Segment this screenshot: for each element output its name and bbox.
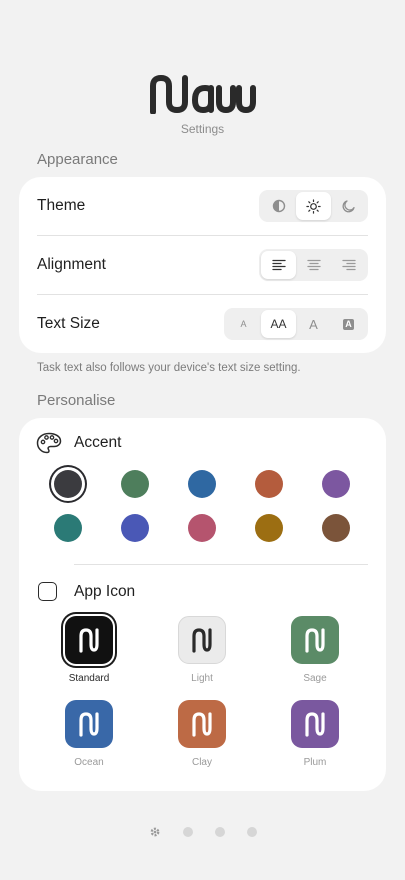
text-size-large-option[interactable]: A xyxy=(296,310,331,338)
accent-swatch[interactable] xyxy=(322,514,350,542)
align-right-option[interactable] xyxy=(331,251,366,279)
accent-swatch[interactable] xyxy=(54,470,82,498)
accent-swatch[interactable] xyxy=(54,514,82,542)
align-left-icon xyxy=(271,259,286,271)
app-icon-name: Plum xyxy=(303,757,327,768)
text-size-xl-label: A xyxy=(343,318,354,330)
accent-swatch[interactable] xyxy=(255,514,283,542)
app-logo xyxy=(0,74,405,114)
page-dot[interactable] xyxy=(214,827,225,837)
app-icon-option[interactable]: Light xyxy=(162,616,242,684)
app-icon-name: Ocean xyxy=(74,757,104,768)
app-icon-name: Standard xyxy=(68,673,110,684)
text-size-note: Task text also follows your device's tex… xyxy=(37,362,301,374)
page-indicator xyxy=(0,826,405,838)
align-right-icon xyxy=(341,259,356,271)
accent-swatch[interactable] xyxy=(121,470,149,498)
alignment-row: Alignment xyxy=(37,236,368,294)
theme-light-option[interactable] xyxy=(296,192,331,220)
personalise-section-title: Personalise xyxy=(37,392,116,409)
app-icon-header: App Icon xyxy=(38,582,135,601)
page-dot[interactable] xyxy=(246,827,257,837)
app-icon-square-icon xyxy=(38,582,57,601)
personalise-card: Accent App Icon Standard Light Sage Ocean Cl… xyxy=(19,418,386,791)
app-icon-option[interactable]: Plum xyxy=(275,700,355,768)
app-icon-option[interactable]: Standard xyxy=(49,616,129,684)
page-subtitle: Settings xyxy=(180,122,225,136)
app-icon-name: Sage xyxy=(303,673,327,684)
accent-header: Accent xyxy=(36,432,121,454)
text-size-xl-option[interactable]: A xyxy=(331,310,366,338)
app-icon-preview xyxy=(65,700,113,748)
align-center-option[interactable] xyxy=(296,251,331,279)
contrast-icon xyxy=(272,199,285,213)
text-size-selector: A AA A A xyxy=(224,308,368,340)
nauu-mark-icon xyxy=(192,712,212,737)
app-icon-option[interactable]: Ocean xyxy=(49,700,129,768)
settings-gear-icon[interactable] xyxy=(149,826,161,838)
app-icon-name: Light xyxy=(191,673,213,684)
text-size-default-option[interactable]: AA xyxy=(261,310,296,338)
sun-icon xyxy=(306,198,321,214)
app-icon-option[interactable]: Clay xyxy=(162,700,242,768)
moon-icon xyxy=(342,200,355,213)
accent-swatch[interactable] xyxy=(188,470,216,498)
align-left-option[interactable] xyxy=(261,251,296,279)
theme-auto-option[interactable] xyxy=(261,192,296,220)
nauu-mark-icon xyxy=(79,712,99,737)
page-dot[interactable] xyxy=(182,827,193,837)
text-size-small-option[interactable]: A xyxy=(226,310,261,338)
theme-selector xyxy=(259,190,368,222)
app-icon-option[interactable]: Sage xyxy=(275,616,355,684)
theme-row: Theme xyxy=(37,177,368,235)
nauu-mark-icon xyxy=(305,628,325,653)
text-size-label: Text Size xyxy=(37,315,100,332)
appearance-card: Theme Alignment Text Size A AA A A xyxy=(19,177,386,353)
app-icon-preview xyxy=(291,700,339,748)
align-center-icon xyxy=(306,259,321,271)
accent-swatch[interactable] xyxy=(121,514,149,542)
accent-swatch[interactable] xyxy=(188,514,216,542)
divider xyxy=(74,564,368,565)
nauu-mark-icon xyxy=(79,628,99,653)
accent-swatch[interactable] xyxy=(255,470,283,498)
theme-dark-option[interactable] xyxy=(331,192,366,220)
app-icon-preview xyxy=(291,616,339,664)
theme-label: Theme xyxy=(37,197,86,214)
app-icon-label: App Icon xyxy=(74,582,136,600)
accent-swatch[interactable] xyxy=(322,470,350,498)
nauu-logo-icon xyxy=(149,75,256,114)
app-icon-preview xyxy=(178,616,226,664)
palette-icon xyxy=(36,432,62,454)
text-size-row: Text Size A AA A A xyxy=(37,295,368,353)
appearance-section-title: Appearance xyxy=(37,151,118,168)
alignment-label: Alignment xyxy=(37,256,106,273)
alignment-selector xyxy=(259,249,368,281)
nauu-mark-icon xyxy=(192,628,212,653)
app-icon-name: Clay xyxy=(191,757,212,768)
accent-label: Accent xyxy=(74,434,122,451)
nauu-mark-icon xyxy=(305,712,325,737)
app-icon-preview xyxy=(178,700,226,748)
app-icon-preview xyxy=(65,616,113,664)
